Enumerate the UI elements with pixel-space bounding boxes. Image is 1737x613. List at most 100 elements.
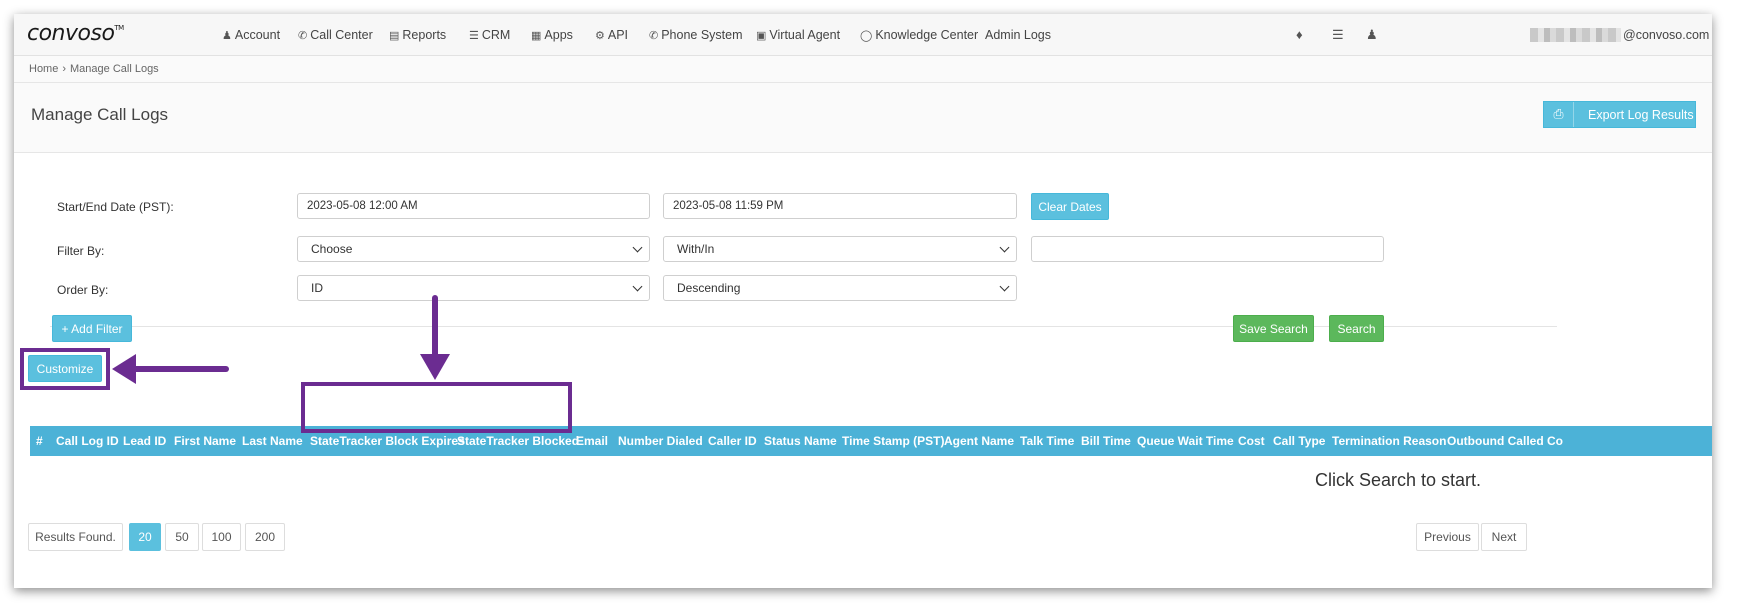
list-icon: ☰ [469, 29, 479, 42]
nav-phone-system[interactable]: ✆ Phone System [649, 28, 743, 42]
chevron-down-icon [999, 242, 1010, 253]
top-navbar: convosoTM ♟ Account ✆ Call Center ▤ Repo… [14, 14, 1712, 56]
column-header[interactable]: Email [576, 434, 608, 448]
arrow-to-customize [112, 354, 229, 384]
nav-reports-label: Reports [402, 28, 447, 42]
order-field-value: ID [311, 281, 323, 295]
user-email[interactable]: @convoso.com [1623, 28, 1709, 42]
breadcrumb-separator: › [62, 63, 67, 75]
nav-api[interactable]: ⚙ API [595, 28, 628, 42]
nav-admin-logs[interactable]: Admin Logs [985, 28, 1051, 42]
column-header[interactable]: Outbound Called Co [1447, 434, 1563, 448]
column-header[interactable]: Call Type [1273, 434, 1325, 448]
filter-field-value: Choose [311, 242, 353, 256]
nav-account-label: Account [234, 28, 281, 42]
trademark-mark: TM [114, 24, 124, 32]
statetracker-columns-highlight-box [301, 382, 572, 433]
filter-by-label: Filter By: [57, 244, 105, 258]
column-header[interactable]: StateTracker Blocked [457, 434, 579, 448]
column-header[interactable]: Bill Time [1081, 434, 1131, 448]
breadcrumb-home[interactable]: Home [29, 63, 58, 75]
column-header[interactable]: Number Dialed [618, 434, 703, 448]
column-header[interactable]: Talk Time [1020, 434, 1074, 448]
page-title: Manage Call Logs [31, 105, 169, 124]
column-header[interactable]: Status Name [764, 434, 837, 448]
filter-operator-select[interactable]: With/In [663, 236, 1017, 262]
arrow-to-statetracker-columns [420, 295, 450, 380]
page-header: Manage Call Logs ⎙ Export Log Results [14, 83, 1712, 153]
nav-account[interactable]: ♟ Account [222, 28, 280, 42]
column-header[interactable]: Caller ID [708, 434, 757, 448]
breadcrumb: Home › Manage Call Logs [14, 56, 1712, 83]
export-log-results-button[interactable]: ⎙ Export Log Results [1543, 101, 1696, 128]
user-email-redacted [1530, 28, 1621, 42]
export-log-results-label: Export Log Results [1588, 107, 1694, 122]
nav-admin-logs-label: Admin Logs [985, 28, 1052, 42]
order-by-label: Order By: [57, 283, 109, 297]
end-date-input[interactable]: 2023-05-08 11:59 PM [663, 193, 1017, 219]
results-found-label: Results Found. [28, 523, 123, 551]
nav-virtual-agent-label: Virtual Agent [769, 28, 841, 42]
add-filter-button[interactable]: + Add Filter [52, 315, 132, 342]
nav-crm[interactable]: ☰ CRM [469, 28, 510, 42]
column-header[interactable]: # [36, 434, 43, 448]
column-header[interactable]: Call Log ID [56, 434, 119, 448]
column-header[interactable]: Queue Wait Time [1137, 434, 1234, 448]
phone-icon: ✆ [649, 29, 659, 42]
column-header[interactable]: Time Stamp (PST) [842, 434, 944, 448]
monitor-icon: ▣ [756, 29, 767, 42]
column-header[interactable]: StateTracker Block Expires [310, 434, 465, 448]
order-field-select[interactable]: ID [297, 275, 650, 301]
search-button[interactable]: Search [1329, 315, 1384, 342]
app-window: convosoTM ♟ Account ✆ Call Center ▤ Repo… [14, 14, 1712, 588]
column-header[interactable]: Lead ID [123, 434, 166, 448]
order-direction-value: Descending [677, 281, 741, 295]
column-header[interactable]: Cost [1238, 434, 1265, 448]
nav-call-center-label: Call Center [310, 28, 373, 42]
start-date-input[interactable]: 2023-05-08 12:00 AM [297, 193, 650, 219]
page-size-50[interactable]: 50 [165, 523, 199, 551]
nav-reports[interactable]: ▤ Reports [389, 28, 446, 42]
call-log-table-header: # Call Log ID Lead ID First Name Last Na… [30, 426, 1712, 456]
next-page-button[interactable]: Next [1481, 523, 1527, 551]
nav-crm-label: CRM [481, 28, 511, 42]
user-icon[interactable]: ♟ [1366, 27, 1378, 43]
column-header[interactable]: Agent Name [944, 434, 1014, 448]
nav-call-center[interactable]: ✆ Call Center [298, 28, 373, 42]
customize-highlight-box [20, 348, 110, 390]
column-header[interactable]: Last Name [242, 434, 303, 448]
column-header[interactable]: Termination Reason [1332, 434, 1446, 448]
filter-field-select[interactable]: Choose [297, 236, 650, 262]
page-size-200[interactable]: 200 [245, 523, 285, 551]
chevron-down-icon [632, 281, 643, 292]
phone-icon: ✆ [298, 29, 308, 42]
printer-icon: ⎙ [1544, 102, 1574, 127]
lightbulb-icon: ◯ [860, 29, 873, 42]
gear-icon: ⚙ [595, 29, 605, 42]
table-empty-message: Click Search to start. [1315, 470, 1482, 490]
nav-apps[interactable]: ▦ Apps [531, 28, 573, 42]
page-size-100[interactable]: 100 [202, 523, 241, 551]
clear-dates-button[interactable]: Clear Dates [1031, 193, 1109, 220]
date-range-label: Start/End Date (PST): [57, 200, 174, 214]
user-icon: ♟ [222, 29, 232, 42]
nav-knowledge-center-label: Knowledge Center [875, 28, 979, 42]
save-search-button[interactable]: Save Search [1233, 315, 1314, 342]
database-icon[interactable]: ☰ [1332, 27, 1344, 43]
breadcrumb-current: Manage Call Logs [70, 63, 159, 75]
bell-icon[interactable]: ♦ [1296, 27, 1303, 42]
nav-api-label: API [607, 28, 629, 42]
previous-page-button[interactable]: Previous [1416, 523, 1479, 551]
chevron-down-icon [999, 281, 1010, 292]
nav-phone-system-label: Phone System [661, 28, 743, 42]
nav-apps-label: Apps [544, 28, 573, 42]
filter-operator-value: With/In [677, 242, 715, 256]
convoso-logo[interactable]: convosoTM [27, 21, 124, 46]
chevron-down-icon [632, 242, 643, 253]
filter-value-input[interactable] [1031, 236, 1384, 262]
nav-knowledge-center[interactable]: ◯ Knowledge Center [860, 28, 978, 42]
page-size-20[interactable]: 20 [129, 523, 161, 551]
order-direction-select[interactable]: Descending [663, 275, 1017, 301]
nav-virtual-agent[interactable]: ▣ Virtual Agent [756, 28, 840, 42]
column-header[interactable]: First Name [174, 434, 236, 448]
